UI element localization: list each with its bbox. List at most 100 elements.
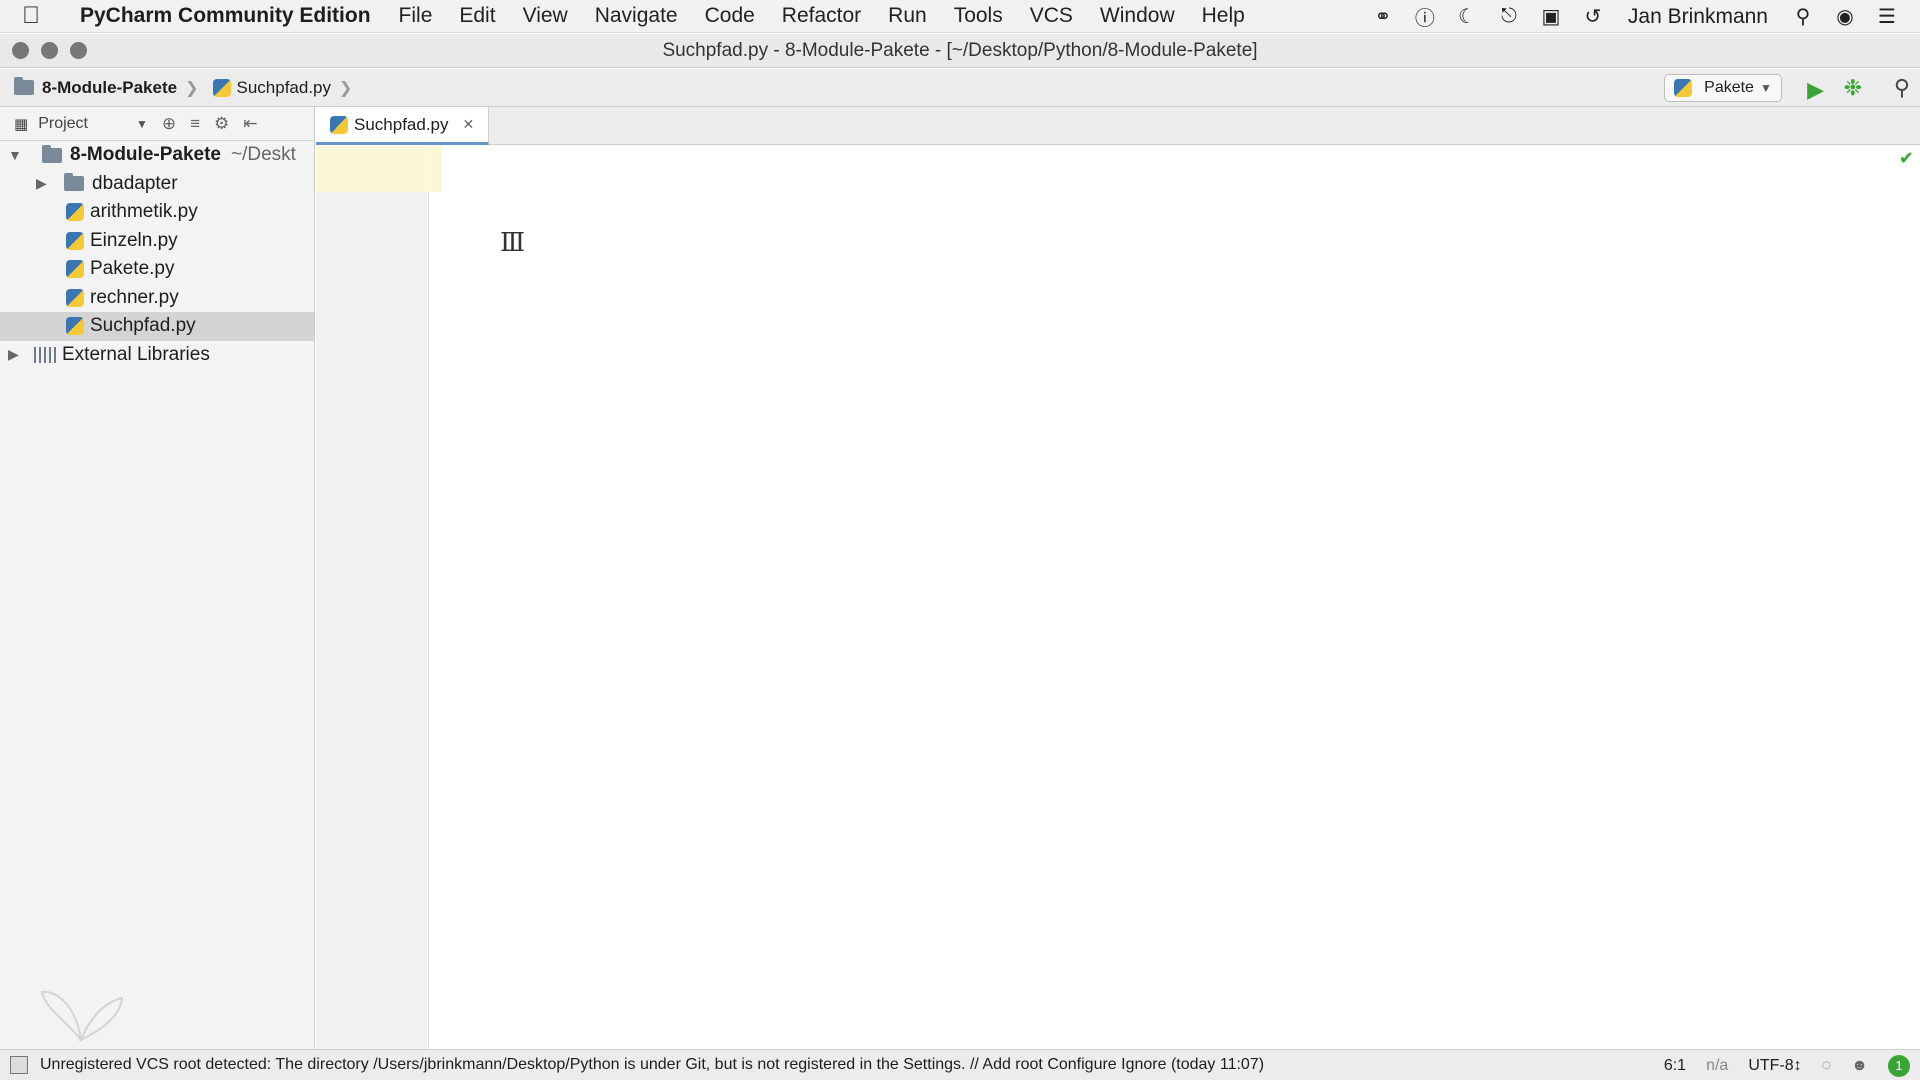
spotlight-search-icon[interactable]: ⚲ [1790,4,1816,30]
menu-edit[interactable]: Edit [459,4,495,28]
macos-menu-bar:  PyCharm Community Edition File Edit Vi… [0,0,1920,33]
password-manager-icon[interactable]: ⓘ [1412,4,1438,30]
tree-item-label: Einzeln.py [90,229,178,251]
expanded-arrow-icon[interactable]: ▼ [8,147,22,163]
menu-tools[interactable]: Tools [954,4,1003,28]
inspection-ok-icon: ✔ [1898,148,1914,168]
menu-help[interactable]: Help [1202,4,1245,28]
caret-position[interactable]: 6:1 [1664,1057,1686,1075]
breadcrumb-file-label: Suchpfad.py [236,77,332,97]
project-root-label: 8-Module-Pakete [70,144,221,166]
collapse-all-icon[interactable]: ≡ [190,114,200,134]
tree-item-label: Suchpfad.py [90,315,196,337]
close-tab-icon[interactable]: ✕ [463,116,475,133]
apple-icon[interactable]:  [22,2,62,30]
chevron-down-icon[interactable]: ▼ [136,117,148,131]
menu-file[interactable]: File [399,4,433,28]
library-icon [34,346,56,363]
code-editor[interactable]: ✔ [430,146,1920,1049]
tree-item-rechner[interactable]: rechner.py [0,284,314,313]
hide-panel-icon[interactable]: ⇤ [243,114,257,134]
chevron-down-icon: ▼ [1759,81,1772,95]
editor-gutter[interactable] [316,146,429,1049]
menu-vcs[interactable]: VCS [1030,4,1073,28]
window-title: Suchpfad.py - 8-Module-Pakete - [~/Deskt… [662,40,1258,61]
time-machine-icon[interactable]: ↺ [1580,4,1606,30]
hector-inspector-icon[interactable]: ☻ [1851,1057,1868,1075]
project-view-select[interactable]: Project [38,115,88,133]
menu-run[interactable]: Run [888,4,927,28]
menu-view[interactable]: View [523,4,568,28]
lock-icon[interactable]: ◌ [1822,1057,1832,1075]
tree-item-label: Pakete.py [90,258,175,280]
breadcrumb-project[interactable]: 8-Module-Pakete ❯ [14,77,199,98]
siri-icon[interactable]: ◉ [1832,4,1858,30]
butterfly-watermark-icon [40,990,124,1043]
editor-tab-bar: Suchpfad.py ✕ [316,107,1920,145]
text-cursor-icon: Ⅲ [500,228,526,258]
run-icon[interactable]: ▶ [1807,77,1824,103]
headphones-icon[interactable]: ⎋ [1496,4,1522,30]
current-line-highlight [430,146,442,192]
creative-cloud-icon[interactable]: ⚭ [1370,4,1396,30]
breadcrumb-file[interactable]: Suchpfad.py ❯ [212,77,353,98]
tree-item-suchpfad[interactable]: Suchpfad.py [0,312,314,341]
python-file-icon [66,260,84,279]
python-file-icon [66,288,84,307]
python-file-icon [66,317,84,336]
tree-item-label: arithmetik.py [90,201,198,223]
folder-icon [64,173,84,192]
toggle-tool-windows-icon[interactable] [10,1056,28,1074]
vcs-notification-message[interactable]: Unregistered VCS root detected: The dire… [40,1056,1264,1074]
scroll-from-source-icon[interactable]: ⊕ [162,114,176,134]
folder-icon [42,144,62,163]
tree-item-external-libraries[interactable]: ▶ External Libraries [0,341,314,370]
project-panel-header: ▦ Project ▼ ⊕ ≡ ⚙ ⇤ [0,107,314,141]
tab-suchpfad[interactable]: Suchpfad.py ✕ [316,107,489,145]
run-configuration-select[interactable]: Pakete ▼ [1664,74,1782,102]
event-log-icon[interactable]: 1 [1888,1054,1910,1077]
notification-center-icon[interactable]: ☰ [1874,4,1900,30]
tree-item-einzeln[interactable]: Einzeln.py [0,227,314,256]
project-root-path: ~/Deskt [230,144,296,166]
settings-gear-icon[interactable]: ⚙ [214,114,229,134]
search-everywhere-icon[interactable]: ⚲ [1894,75,1910,101]
status-bar-widgets: 6:1 n/a UTF-8↕ ◌ ☻ 1 [1664,1050,1910,1080]
tab-label: Suchpfad.py [354,114,449,134]
collapsed-arrow-icon[interactable]: ▶ [36,175,48,192]
tree-item-pakete[interactable]: Pakete.py [0,255,314,284]
user-name[interactable]: Jan Brinkmann [1628,5,1768,29]
navigation-bar: 8-Module-Pakete ❯ Suchpfad.py ❯ Pakete ▼… [0,69,1920,107]
debug-icon[interactable]: ❉ [1844,75,1862,101]
tree-item-arithmetik[interactable]: arithmetik.py [0,198,314,227]
tree-item-label: dbadapter [92,172,178,194]
tree-root-project[interactable]: ▼ 8-Module-Pakete ~/Deskt [0,141,314,170]
menu-bar-extras: ⚭ ⓘ ☾ ⎋ ▣ ↺ Jan Brinkmann ⚲ ◉ ☰ [1370,0,1900,33]
folder-icon [14,77,34,95]
python-file-icon [66,203,84,222]
window-title-bar: Suchpfad.py - 8-Module-Pakete - [~/Deskt… [0,34,1920,68]
menu-window[interactable]: Window [1100,4,1175,28]
python-file-icon [330,115,348,134]
menu-navigate[interactable]: Navigate [595,4,678,28]
leaf-icon[interactable]: ☾ [1454,4,1480,30]
menu-code[interactable]: Code [705,4,755,28]
project-tool-window: ▦ Project ▼ ⊕ ≡ ⚙ ⇤ ▼ 8-Module-Pakete ~/… [0,107,315,1049]
chevron-right-icon: ❯ [185,79,199,97]
breadcrumb-project-label: 8-Module-Pakete [42,77,178,97]
tree-item-dbadapter[interactable]: ▶ dbadapter [0,170,314,199]
status-bar: Unregistered VCS root detected: The dire… [0,1049,1920,1080]
menu-refactor[interactable]: Refactor [782,4,861,28]
python-file-icon [66,231,84,250]
tree-item-label: rechner.py [90,286,179,308]
file-encoding[interactable]: UTF-8↕ [1748,1057,1801,1075]
python-file-icon [212,78,231,97]
current-line-highlight [316,146,429,192]
video-camera-icon[interactable]: ▣ [1538,4,1564,30]
run-configuration-label: Pakete [1704,79,1754,96]
vcs-branch: n/a [1706,1056,1729,1074]
collapsed-arrow-icon[interactable]: ▶ [8,346,20,363]
app-name-menu[interactable]: PyCharm Community Edition [80,4,371,28]
chevron-right-icon: ❯ [339,79,353,97]
python-icon [1674,79,1693,97]
